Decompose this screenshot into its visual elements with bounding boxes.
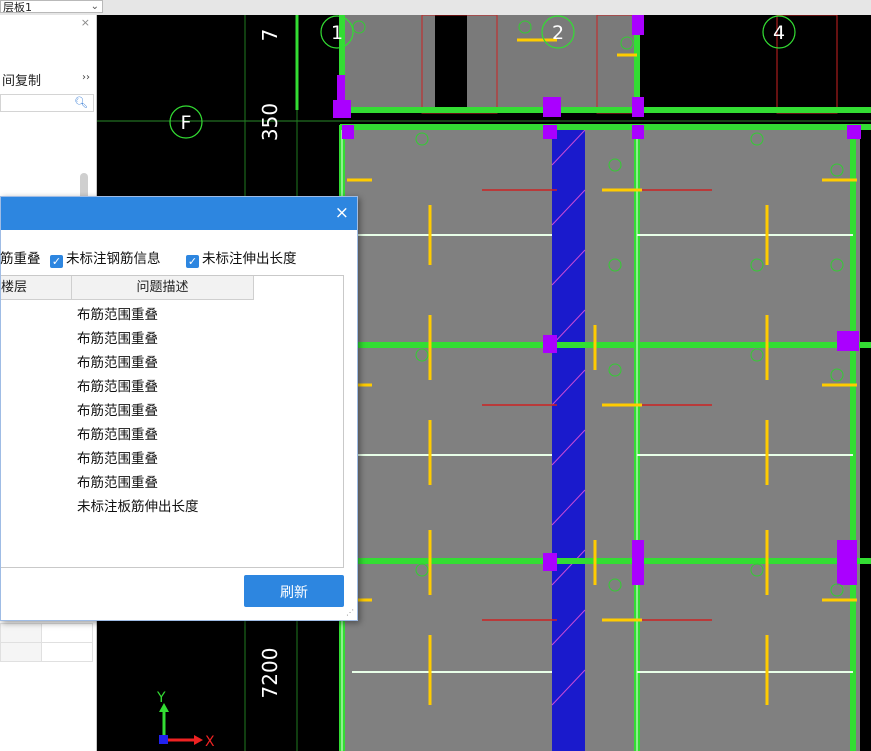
checkbox-label: 筋重叠 (0, 251, 41, 267)
axis-label: 4 (773, 22, 785, 44)
issue-row[interactable]: 布筋范围重叠 (77, 399, 158, 419)
ucs-x-label: X (205, 734, 215, 750)
ucs-y-label: Y (156, 690, 166, 706)
column-header-description[interactable]: 问题描述 (72, 276, 254, 300)
search-icon[interactable]: 🔍︎ (74, 96, 88, 109)
checkbox-label: 未标注伸出长度 (202, 251, 297, 267)
property-cell (41, 623, 93, 643)
resize-grip-icon[interactable]: ⋰ (346, 608, 354, 617)
slab-area (340, 125, 860, 751)
issue-row[interactable]: 布筋范围重叠 (77, 471, 158, 491)
panel-search-input[interactable]: 🔍︎ (0, 94, 94, 112)
axis-label: 1 (331, 22, 343, 44)
property-cell (41, 642, 93, 662)
checkmark-icon[interactable]: ✓ (186, 255, 199, 268)
property-cell (0, 623, 42, 643)
issue-row[interactable]: 布筋范围重叠 (77, 327, 158, 347)
panel-close-icon[interactable]: × (81, 16, 90, 29)
column-header-floor[interactable]: 楼层 (1, 276, 72, 300)
more-arrow-icon[interactable]: ›› (82, 72, 90, 83)
dimension-text: 350 (258, 103, 282, 141)
issue-row[interactable]: 布筋范围重叠 (77, 351, 158, 371)
floor-dropdown-value: 层板1 (3, 1, 32, 13)
issue-row[interactable]: 布筋范围重叠 (77, 375, 158, 395)
row-axis-label: F (181, 112, 192, 134)
refresh-button[interactable]: 刷新 (244, 575, 344, 607)
issue-list-grid[interactable]: 楼层 问题描述 布筋范围重叠 布筋范围重叠 布筋范围重叠 布筋范围重叠 布筋范围… (1, 275, 344, 568)
floor-dropdown[interactable]: 层板1 ⌄ (0, 0, 103, 13)
chevron-down-icon: ⌄ (90, 1, 99, 12)
property-cell (0, 642, 42, 662)
top-toolbar-strip (0, 0, 871, 16)
checkbox-no-rebar-info[interactable]: ✓ 未标注钢筋信息 (50, 247, 161, 268)
check-dialog: × 筋重叠 ✓ 未标注钢筋信息 ✓ 未标注伸出长度 楼层 问题描述 布筋范围重叠 布… (0, 196, 358, 621)
checkmark-icon[interactable]: ✓ (50, 255, 63, 268)
dimension-text: 7 (258, 29, 282, 42)
copy-between-floors-label[interactable]: 间复制 (2, 70, 41, 89)
axis-label: 2 (552, 22, 564, 44)
close-icon[interactable]: × (335, 203, 349, 223)
dialog-title-bar[interactable]: × (1, 197, 357, 230)
checkbox-overlap[interactable]: 筋重叠 (0, 247, 41, 267)
blue-band (552, 130, 585, 751)
issue-row[interactable]: 布筋范围重叠 (77, 303, 158, 323)
ucs-icon: Y X (156, 690, 215, 750)
checkbox-no-extension-length[interactable]: ✓ 未标注伸出长度 (186, 247, 297, 268)
dimension-text: 7200 (258, 648, 282, 699)
issue-row[interactable]: 布筋范围重叠 (77, 423, 158, 443)
issue-row[interactable]: 未标注板筋伸出长度 (77, 495, 199, 515)
checkbox-label: 未标注钢筋信息 (66, 251, 161, 267)
issue-row[interactable]: 布筋范围重叠 (77, 447, 158, 467)
slab-area-upper-left (340, 15, 435, 110)
property-table (0, 623, 93, 663)
